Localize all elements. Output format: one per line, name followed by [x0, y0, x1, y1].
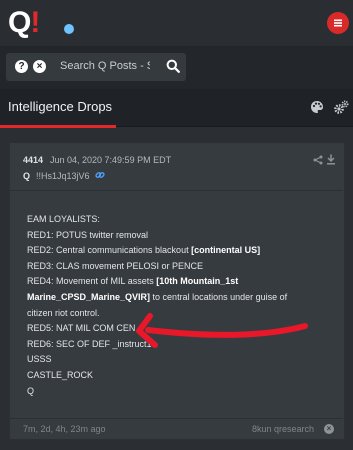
link-icon[interactable]: [95, 170, 105, 180]
post-age: 7m, 2d, 4h, 23m ago: [23, 424, 106, 434]
clear-icon[interactable]: ×: [33, 60, 46, 73]
line-text: RED3: CLAS movement PELOSI or PENCE: [27, 260, 204, 271]
line-bold: [10th Mountain_1st: [156, 276, 239, 287]
hamburger-glyph: [334, 19, 342, 27]
post-source[interactable]: 8kun qresearch: [252, 424, 314, 434]
post-line: RED6: SEC OF DEF _instruct1: [27, 337, 332, 353]
post-line: Marine_CPSD_Marine_QVIR] to central loca…: [27, 290, 332, 306]
post-line: RED1: POTUS twitter removal: [27, 228, 332, 244]
post-line: CASTLE_ROCK: [27, 368, 332, 384]
line-text: EAM LOYALISTS:: [27, 214, 100, 224]
post-line: USSS: [27, 352, 332, 368]
close-icon[interactable]: ×: [324, 424, 334, 434]
post-footer-divider: [10, 418, 343, 419]
status-dot: [64, 24, 74, 34]
search-icon[interactable]: [166, 59, 180, 73]
gears-icon[interactable]: [333, 100, 349, 116]
hamburger-menu-icon[interactable]: [327, 12, 349, 34]
post-tripcode: !!Hs1Jq13jV6: [36, 171, 90, 181]
post-line: RED3: CLAS movement PELOSI or PENCE: [27, 259, 332, 275]
post-line: citizen riot control.: [27, 306, 332, 322]
active-tab-indicator: [0, 125, 116, 128]
line-text: RED5: NAT MIL COM CEN: [27, 323, 136, 334]
search-input[interactable]: Search Q Posts - Search: [60, 60, 150, 72]
logo-letter: Q: [8, 6, 31, 39]
line-bold: [continental US]: [191, 245, 261, 256]
logo-mark: !: [30, 6, 40, 39]
line-text: RED4: Movement of MIL assets: [27, 276, 157, 287]
line-text: RED6: SEC OF DEF _instruct1: [27, 338, 152, 349]
post-body: EAM LOYALISTS: RED1: POTUS twitter remov…: [27, 212, 332, 399]
line-text: Q: [27, 385, 35, 396]
search-box: ? × Search Q Posts - Search: [6, 53, 186, 81]
line-text: CASTLE_ROCK: [27, 369, 94, 380]
tab-intelligence-drops[interactable]: Intelligence Drops: [8, 99, 112, 114]
download-icon[interactable]: [326, 154, 336, 165]
post-line: Q: [27, 384, 332, 400]
line-text: citizen riot control.: [27, 307, 100, 318]
post-line: RED2: Central communications blackout [c…: [27, 243, 332, 259]
line-bold: Marine_CPSD_Marine_QVIR]: [27, 291, 151, 302]
help-icon[interactable]: ?: [15, 60, 28, 73]
line-text: RED1: POTUS twitter removal: [27, 229, 149, 240]
line-tail: to central locations under guise of: [150, 291, 288, 302]
post-line: RED4: Movement of MIL assets [10th Mount…: [27, 274, 332, 290]
post-line: EAM LOYALISTS:: [27, 212, 332, 228]
post-number[interactable]: 4414: [23, 155, 43, 165]
line-text: USSS: [27, 354, 52, 365]
post-line: RED5: NAT MIL COM CEN: [27, 321, 332, 337]
top-header: [0, 0, 353, 46]
q-logo[interactable]: Q!: [8, 6, 40, 40]
line-text: RED2: Central communications blackout: [27, 245, 192, 256]
post-header-divider: [10, 190, 343, 191]
palette-icon[interactable]: [310, 100, 324, 114]
share-icon[interactable]: [313, 155, 323, 165]
post-date: Jun 04, 2020 7:49:59 PM EDT: [50, 155, 172, 165]
post-author: Q: [23, 171, 31, 181]
